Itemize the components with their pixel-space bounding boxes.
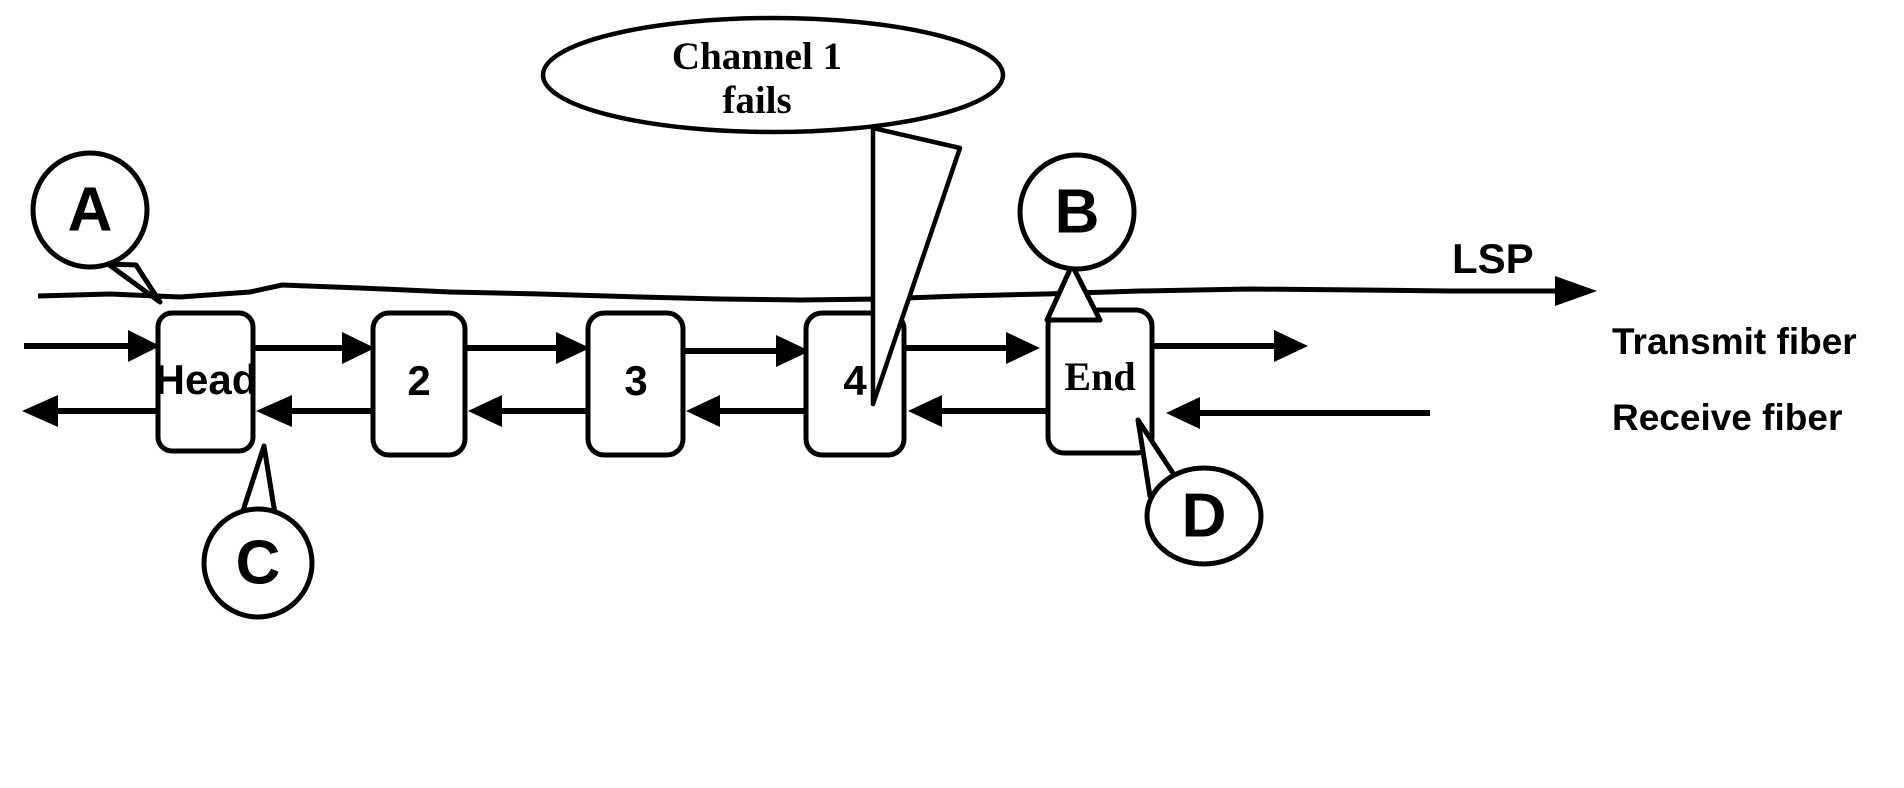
node-2-label: 2 bbox=[407, 357, 430, 404]
receive-3-to-2-arrowhead bbox=[468, 395, 502, 427]
callout-line-1: Channel 1 bbox=[672, 35, 842, 78]
transmit-4-to-end-arrowhead bbox=[1006, 332, 1040, 364]
node-end[interactable]: End bbox=[1045, 307, 1155, 456]
lsp-label: LSP bbox=[1452, 235, 1534, 282]
callout-pointer bbox=[870, 125, 963, 407]
transmit-head-to-2-arrowhead bbox=[342, 332, 375, 364]
receive-in-arrowhead bbox=[1166, 397, 1200, 429]
node-end-label: End bbox=[1064, 354, 1135, 399]
lsp-path-group bbox=[37, 276, 1597, 306]
transmit-fiber-label: Transmit fiber bbox=[1612, 321, 1857, 362]
bubble-c[interactable]: C bbox=[201, 443, 315, 620]
node-head-label: Head bbox=[155, 356, 258, 403]
node-3[interactable]: 3 bbox=[585, 310, 686, 458]
lsp-wavy-line bbox=[37, 282, 1560, 303]
bubble-a[interactable]: A bbox=[30, 150, 163, 305]
bubble-c-label: C bbox=[236, 528, 281, 597]
node-4-label: 4 bbox=[843, 357, 867, 404]
transmit-out-arrowhead bbox=[1274, 330, 1308, 362]
callout-line-2: fails bbox=[722, 79, 791, 122]
bubble-d-label: D bbox=[1182, 481, 1227, 550]
bubble-a-label: A bbox=[68, 175, 113, 244]
diagram-canvas: Head 2 3 4 End Channel 1 fails A B C D L… bbox=[0, 0, 1904, 788]
receive-4-to-3-arrowhead bbox=[686, 395, 720, 427]
bubble-d[interactable]: D bbox=[1135, 417, 1264, 567]
network-diagram: Head 2 3 4 End Channel 1 fails A B C D L… bbox=[22, 15, 1857, 620]
lsp-arrowhead bbox=[1555, 276, 1597, 306]
transmit-2-to-3-arrowhead bbox=[556, 332, 590, 364]
receive-out-arrowhead bbox=[22, 395, 58, 427]
node-head[interactable]: Head bbox=[155, 310, 258, 454]
receive-end-to-4-arrowhead bbox=[908, 395, 942, 427]
receive-fiber-label: Receive fiber bbox=[1612, 397, 1842, 438]
bubble-b-label: B bbox=[1055, 177, 1100, 246]
node-2[interactable]: 2 bbox=[370, 310, 468, 458]
receive-2-to-head-arrowhead bbox=[256, 395, 292, 427]
node-3-label: 3 bbox=[624, 357, 647, 404]
